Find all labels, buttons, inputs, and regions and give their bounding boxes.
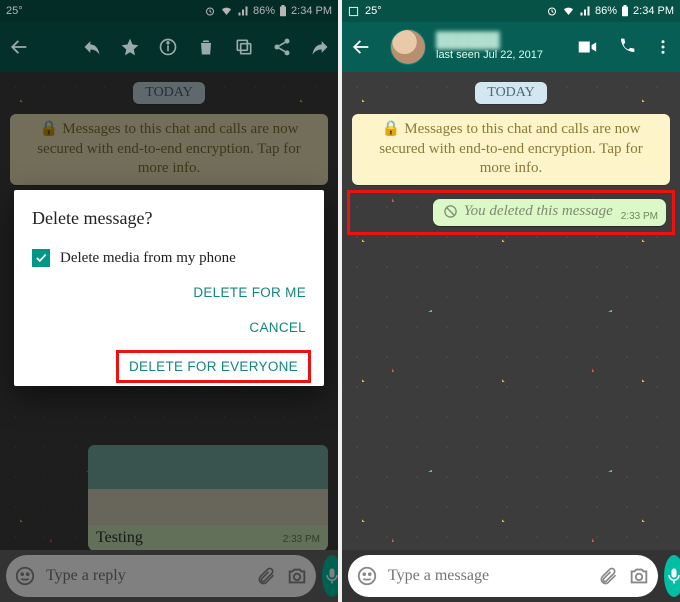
checkbox-checked-icon[interactable] — [32, 249, 50, 267]
date-pill: TODAY — [475, 82, 546, 104]
delete-message-dialog: Delete message? Delete media from my pho… — [14, 190, 324, 386]
message-input-bar — [342, 550, 680, 602]
camera-icon[interactable] — [286, 565, 308, 587]
encryption-text: Messages to this chat and calls are now … — [37, 121, 301, 176]
chat-area: TODAY 🔒Messages to this chat and calls a… — [342, 72, 680, 550]
block-icon — [443, 204, 458, 219]
temperature: 25° — [6, 5, 23, 17]
message-input[interactable] — [46, 567, 246, 585]
menu-dots-icon[interactable] — [654, 37, 672, 57]
forward-icon[interactable] — [310, 37, 330, 57]
copy-icon[interactable] — [234, 37, 254, 57]
encryption-notice[interactable]: 🔒Messages to this chat and calls are now… — [352, 114, 670, 185]
battery-icon — [279, 5, 287, 17]
wifi-icon — [562, 5, 575, 17]
avatar — [390, 29, 426, 65]
message-input-bar — [0, 550, 338, 602]
deleted-message-bubble[interactable]: You deleted this message 2:33 PM — [433, 199, 666, 226]
back-arrow-icon[interactable] — [8, 36, 30, 58]
camera-icon[interactable] — [628, 565, 650, 587]
status-bar: 25° 86% 2:34 PM — [342, 0, 680, 22]
info-icon[interactable] — [158, 37, 178, 57]
selection-toolbar — [0, 22, 338, 72]
message-time: 2:33 PM — [621, 211, 658, 222]
screenshot-right: 25° 86% 2:34 PM ██████ last seen Jul 22,… — [342, 0, 680, 602]
cancel-button[interactable]: CANCEL — [249, 320, 306, 335]
star-icon[interactable] — [120, 37, 140, 57]
reply-icon[interactable] — [82, 37, 102, 57]
mic-button[interactable] — [322, 555, 338, 597]
delete-icon[interactable] — [196, 37, 216, 57]
contact-info[interactable]: ██████ last seen Jul 22, 2017 — [390, 29, 558, 65]
chat-area: TODAY 🔒Messages to this chat and calls a… — [0, 72, 338, 550]
temperature: 25° — [365, 5, 382, 17]
encryption-notice[interactable]: 🔒Messages to this chat and calls are now… — [10, 114, 328, 185]
message-caption: Testing — [96, 529, 143, 547]
message-input-pill[interactable] — [6, 555, 316, 597]
message-bubble-testing[interactable]: Testing 2:33 PM — [88, 445, 328, 551]
attach-icon[interactable] — [598, 566, 618, 586]
screenshot-left: 25° 86% 2:34 PM TODA — [0, 0, 338, 602]
message-input-pill[interactable] — [348, 555, 658, 597]
message-input[interactable] — [388, 567, 588, 585]
screenshot-icon — [348, 6, 359, 17]
last-seen: last seen Jul 22, 2017 — [436, 49, 543, 61]
delete-for-everyone-button[interactable]: DELETE FOR EVERYONE — [121, 355, 306, 378]
call-icon[interactable] — [616, 37, 636, 57]
signal-icon — [237, 5, 249, 17]
battery-percent: 86% — [253, 5, 275, 17]
mic-button[interactable] — [664, 555, 680, 597]
date-pill: TODAY — [133, 82, 204, 104]
signal-icon — [579, 5, 591, 17]
contact-name: ██████ — [436, 33, 543, 50]
delete-media-checkbox-row[interactable]: Delete media from my phone — [32, 249, 306, 267]
clock-time: 2:34 PM — [291, 5, 332, 17]
alarm-icon — [204, 5, 216, 17]
status-bar: 25° 86% 2:34 PM — [0, 0, 338, 22]
emoji-icon[interactable] — [14, 565, 36, 587]
wifi-icon — [220, 5, 233, 17]
chat-header: ██████ last seen Jul 22, 2017 — [342, 22, 680, 72]
alarm-icon — [546, 5, 558, 17]
lock-icon: 🔒 — [382, 121, 401, 137]
encryption-text: Messages to this chat and calls are now … — [379, 121, 643, 176]
delete-for-me-button[interactable]: DELETE FOR ME — [193, 285, 306, 300]
deleted-message-text: You deleted this message — [464, 203, 613, 220]
back-arrow-icon[interactable] — [350, 36, 372, 58]
clock-time: 2:34 PM — [633, 5, 674, 17]
lock-icon: 🔒 — [40, 121, 59, 137]
videocall-icon[interactable] — [576, 36, 598, 58]
dialog-title: Delete message? — [32, 208, 306, 229]
share-icon[interactable] — [272, 37, 292, 57]
checkbox-label: Delete media from my phone — [60, 250, 236, 267]
emoji-icon[interactable] — [356, 565, 378, 587]
battery-percent: 86% — [595, 5, 617, 17]
message-media-thumb — [88, 445, 328, 525]
battery-icon — [621, 5, 629, 17]
attach-icon[interactable] — [256, 566, 276, 586]
message-time: 2:33 PM — [283, 534, 320, 545]
